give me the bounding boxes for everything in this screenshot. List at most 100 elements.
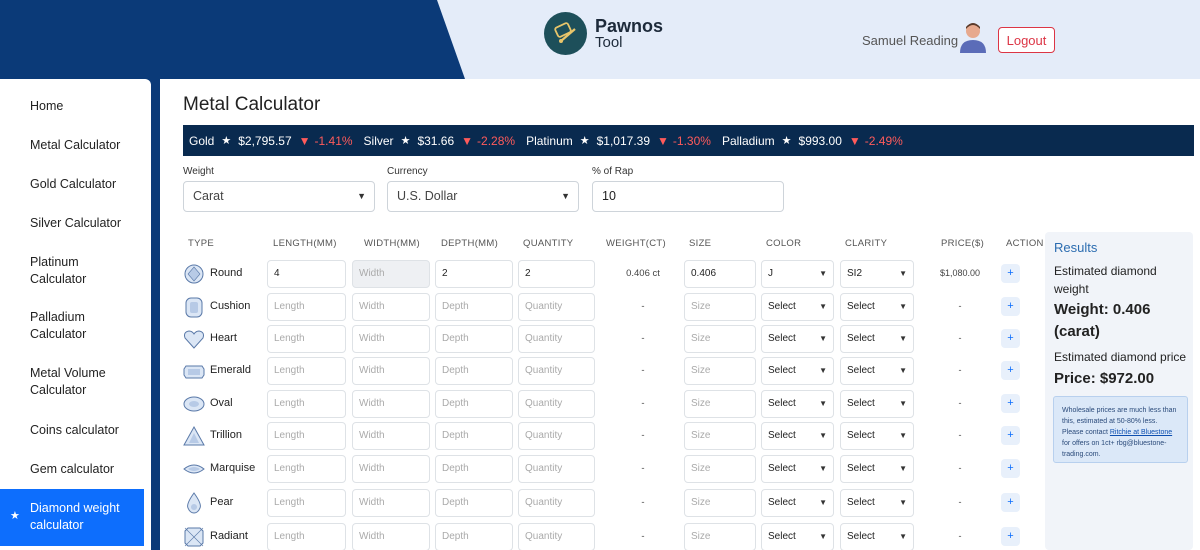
width-input[interactable]: Width bbox=[352, 325, 430, 353]
width-input[interactable]: Width bbox=[352, 260, 430, 288]
add-row-button[interactable]: + bbox=[1001, 264, 1020, 283]
sidebar-item-platinum-calculator[interactable]: Platinum Calculator bbox=[0, 254, 120, 288]
size-input[interactable]: Size bbox=[684, 523, 756, 550]
sidebar-item-metal-volume-calculator[interactable]: Metal Volume Calculator bbox=[0, 365, 135, 399]
add-row-button[interactable]: + bbox=[1001, 394, 1020, 413]
size-input[interactable]: 0.406 bbox=[684, 260, 756, 288]
depth-input[interactable]: Depth bbox=[435, 523, 513, 550]
quantity-input[interactable]: Quantity bbox=[518, 523, 595, 550]
sidebar-item-diamond-weight-calculator[interactable]: ★ Diamond weight calculator bbox=[0, 489, 144, 546]
clarity-select[interactable]: Select ▼ bbox=[840, 293, 914, 321]
add-row-button[interactable]: + bbox=[1001, 297, 1020, 316]
contact-link[interactable]: Ritchie at Bluestone bbox=[1110, 429, 1172, 436]
length-input[interactable]: Length bbox=[267, 390, 346, 418]
clarity-select[interactable]: Select ▼ bbox=[840, 523, 914, 550]
depth-input[interactable]: 2 bbox=[435, 260, 513, 288]
depth-input[interactable]: Depth bbox=[435, 293, 513, 321]
clarity-select[interactable]: Select ▼ bbox=[840, 357, 914, 385]
size-input[interactable]: Size bbox=[684, 390, 756, 418]
sidebar-item-metal-calculator[interactable]: Metal Calculator bbox=[0, 137, 151, 154]
sidebar-item-coins-calculator[interactable]: Coins calculator bbox=[0, 422, 151, 439]
depth-input[interactable]: Depth bbox=[435, 489, 513, 517]
depth-input[interactable]: Depth bbox=[435, 390, 513, 418]
size-input[interactable]: Size bbox=[684, 357, 756, 385]
sidebar-item-home[interactable]: Home bbox=[0, 98, 151, 115]
quantity-input[interactable]: Quantity bbox=[518, 455, 595, 483]
color-select[interactable]: Select ▼ bbox=[761, 390, 834, 418]
add-row-button[interactable]: + bbox=[1001, 361, 1020, 380]
add-row-button[interactable]: + bbox=[1001, 329, 1020, 348]
depth-input[interactable]: Depth bbox=[435, 325, 513, 353]
color-select[interactable]: Select ▼ bbox=[761, 489, 834, 517]
clarity-select[interactable]: Select ▼ bbox=[840, 390, 914, 418]
size-input[interactable]: Size bbox=[684, 325, 756, 353]
clarity-select[interactable]: Select ▼ bbox=[840, 325, 914, 353]
size-input[interactable]: Size bbox=[684, 455, 756, 483]
length-input[interactable]: Length bbox=[267, 357, 346, 385]
width-input[interactable]: Width bbox=[352, 390, 430, 418]
clarity-select[interactable]: SI2 ▼ bbox=[840, 260, 914, 288]
gem-type-label: Pear bbox=[210, 496, 234, 508]
width-input[interactable]: Width bbox=[352, 523, 430, 550]
length-input[interactable]: Length bbox=[267, 455, 346, 483]
length-input[interactable]: 4 bbox=[267, 260, 346, 288]
sidebar-item-gold-calculator[interactable]: Gold Calculator bbox=[0, 176, 151, 193]
size-input[interactable]: Size bbox=[684, 422, 756, 450]
depth-input[interactable]: Depth bbox=[435, 455, 513, 483]
quantity-input[interactable]: Quantity bbox=[518, 293, 595, 321]
size-input[interactable]: Size bbox=[684, 489, 756, 517]
width-input[interactable]: Width bbox=[352, 455, 430, 483]
quantity-input[interactable]: 2 bbox=[518, 260, 595, 288]
rap-input[interactable]: 10 bbox=[592, 181, 784, 212]
user-avatar-icon[interactable] bbox=[958, 21, 988, 53]
chevron-down-icon: ▼ bbox=[561, 191, 570, 201]
quantity-input[interactable]: Quantity bbox=[518, 390, 595, 418]
brand-name: Pawnos bbox=[595, 16, 664, 36]
quantity-input[interactable]: Quantity bbox=[518, 357, 595, 385]
length-input[interactable]: Length bbox=[267, 422, 346, 450]
color-select[interactable]: Select ▼ bbox=[761, 523, 834, 550]
length-input[interactable]: Length bbox=[267, 489, 346, 517]
clarity-select[interactable]: Select ▼ bbox=[840, 489, 914, 517]
color-select[interactable]: Select ▼ bbox=[761, 422, 834, 450]
add-row-button[interactable]: + bbox=[1001, 527, 1020, 546]
quantity-input[interactable]: Quantity bbox=[518, 325, 595, 353]
length-input[interactable]: Length bbox=[267, 523, 346, 550]
quantity-input[interactable]: Quantity bbox=[518, 422, 595, 450]
width-input[interactable]: Width bbox=[352, 422, 430, 450]
star-icon: ★ bbox=[781, 135, 792, 147]
down-arrow-icon: ▼ bbox=[848, 133, 861, 148]
width-input[interactable]: Width bbox=[352, 357, 430, 385]
clarity-select[interactable]: Select ▼ bbox=[840, 455, 914, 483]
width-input[interactable]: Width bbox=[352, 293, 430, 321]
results-panel: Results Estimated diamond weight Weight:… bbox=[1045, 232, 1193, 550]
depth-input[interactable]: Depth bbox=[435, 357, 513, 385]
color-select[interactable]: Select ▼ bbox=[761, 455, 834, 483]
ticker-change: -1.30% bbox=[672, 133, 711, 148]
clarity-select[interactable]: Select ▼ bbox=[840, 422, 914, 450]
color-select[interactable]: J ▼ bbox=[761, 260, 834, 288]
column-header-size: SIZE bbox=[689, 238, 712, 249]
length-input[interactable]: Length bbox=[267, 325, 346, 353]
width-input[interactable]: Width bbox=[352, 489, 430, 517]
size-input[interactable]: Size bbox=[684, 293, 756, 321]
quantity-input[interactable]: Quantity bbox=[518, 489, 595, 517]
weight-select[interactable]: Carat ▼ bbox=[183, 181, 375, 212]
length-input[interactable]: Length bbox=[267, 293, 346, 321]
sidebar-item-gem-calculator[interactable]: Gem calculator bbox=[0, 461, 151, 478]
currency-select[interactable]: U.S. Dollar ▼ bbox=[387, 181, 579, 212]
estimated-weight-value: Weight: 0.406 (carat) bbox=[1054, 301, 1151, 340]
color-select[interactable]: Select ▼ bbox=[761, 357, 834, 385]
depth-input[interactable]: Depth bbox=[435, 422, 513, 450]
color-select[interactable]: Select ▼ bbox=[761, 325, 834, 353]
currency-select-value: U.S. Dollar bbox=[397, 189, 458, 203]
app-logo[interactable]: Pawnos Tool bbox=[544, 12, 663, 55]
add-row-button[interactable]: + bbox=[1001, 459, 1020, 478]
sidebar-item-silver-calculator[interactable]: Silver Calculator bbox=[0, 215, 151, 232]
add-row-button[interactable]: + bbox=[1001, 493, 1020, 512]
table-row: Oval Length Width Depth Quantity - Size … bbox=[183, 390, 1043, 422]
add-row-button[interactable]: + bbox=[1001, 426, 1020, 445]
color-select[interactable]: Select ▼ bbox=[761, 293, 834, 321]
sidebar-item-palladium-calculator[interactable]: Palladium Calculator bbox=[0, 309, 120, 343]
logout-button[interactable]: Logout bbox=[998, 27, 1055, 53]
